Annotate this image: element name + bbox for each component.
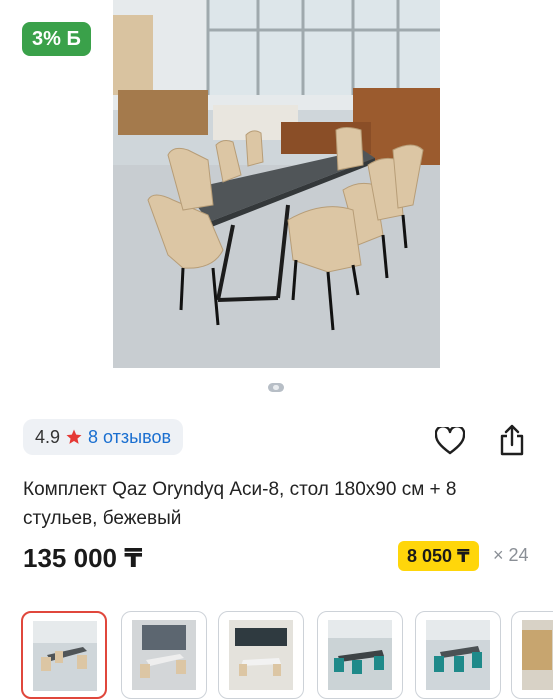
reviews-link[interactable]: 8 отзывов bbox=[88, 427, 171, 448]
heart-icon[interactable] bbox=[433, 424, 467, 458]
thumbnail-image bbox=[132, 620, 196, 690]
thumbnail-image bbox=[328, 620, 392, 690]
image-pager-indicator[interactable] bbox=[268, 383, 284, 392]
installment-term: × 24 bbox=[493, 545, 529, 565]
thumbnail-image bbox=[229, 620, 293, 690]
thumbnail-strip[interactable] bbox=[21, 611, 553, 699]
rating-value: 4.9 bbox=[35, 426, 61, 447]
thumbnail-6[interactable] bbox=[511, 611, 553, 699]
product-price: 135 000 ₸ bbox=[23, 543, 143, 573]
thumbnail-image bbox=[426, 620, 490, 690]
installment-badge[interactable]: 8 050 ₸ bbox=[398, 541, 479, 571]
star-icon bbox=[65, 428, 83, 446]
product-title: Комплект Qaz Oryndyq Аси-8, стол 180x90 … bbox=[23, 479, 457, 529]
rating-chip[interactable]: 4.9 8 отзывов bbox=[23, 419, 184, 455]
thumbnail-1[interactable] bbox=[21, 611, 107, 699]
share-icon[interactable] bbox=[495, 423, 529, 457]
bonus-badge: 3% Б bbox=[22, 22, 91, 56]
thumbnail-image bbox=[522, 620, 553, 690]
thumbnail-5[interactable] bbox=[415, 611, 501, 699]
product-main-image[interactable] bbox=[113, 0, 440, 368]
product-photo bbox=[113, 0, 440, 368]
thumbnail-3[interactable] bbox=[218, 611, 304, 699]
thumbnail-2[interactable] bbox=[121, 611, 207, 699]
thumbnail-image bbox=[33, 621, 97, 691]
thumbnail-4[interactable] bbox=[317, 611, 403, 699]
